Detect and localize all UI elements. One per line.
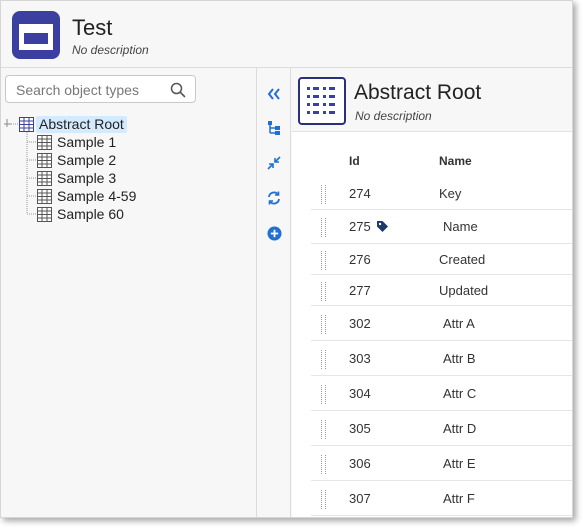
tree-item-sample-3[interactable]: Sample 3 <box>37 169 119 187</box>
shrink-button[interactable] <box>265 154 283 172</box>
grid-icon <box>37 170 52 186</box>
column-header-id[interactable]: Id <box>349 154 360 168</box>
cell-id: 307 <box>349 491 371 506</box>
search-input[interactable] <box>16 80 166 99</box>
cell-name: Attr C <box>443 386 477 401</box>
grid-icon <box>37 134 52 150</box>
cell-name: Attr D <box>443 421 477 436</box>
cell-id: 275 <box>349 219 371 234</box>
grid-icon <box>37 152 52 168</box>
table-row[interactable]: 303 Attr B <box>311 341 572 376</box>
tree-item-label: Sample 4-59 <box>57 187 137 204</box>
cell-id: 304 <box>349 386 371 401</box>
table-row[interactable]: 276 Created <box>311 244 572 275</box>
table-row[interactable]: 302 Attr A <box>311 306 572 341</box>
cell-name: Attr A <box>443 316 475 331</box>
tree-item-sample-1[interactable]: Sample 1 <box>37 133 119 151</box>
table-row[interactable]: 306 Attr E <box>311 446 572 481</box>
cell-name: Created <box>439 252 486 267</box>
table-row[interactable]: 275 Name <box>311 210 572 244</box>
object-types-panel: Abstract Root Sample 1 <box>1 68 257 517</box>
app-title: Test <box>72 15 113 40</box>
tree-item-label: Sample 2 <box>57 151 117 168</box>
cell-id: 274 <box>349 186 371 201</box>
table-row[interactable]: 274 Key <box>311 178 572 210</box>
cell-name: Updated <box>439 283 489 298</box>
cell-id: 306 <box>349 456 371 471</box>
cell-id: 303 <box>349 351 371 366</box>
shrink-icon <box>267 156 281 170</box>
drag-handle-icon[interactable] <box>320 454 328 474</box>
object-type-icon <box>298 77 346 125</box>
drag-handle-icon[interactable] <box>320 489 328 509</box>
cell-id: 302 <box>349 316 371 331</box>
table-row[interactable]: 305 Attr D <box>311 411 572 446</box>
tree-item-label: Sample 3 <box>57 169 117 186</box>
tree-item-sample-60[interactable]: Sample 60 <box>37 205 127 223</box>
app-header: Test No description <box>1 1 572 68</box>
search-icon[interactable] <box>170 82 186 98</box>
tag-icon <box>377 221 388 232</box>
table-row[interactable]: 277 Updated <box>311 275 572 306</box>
refresh-button[interactable] <box>265 189 283 207</box>
tree-item-sample-2[interactable]: Sample 2 <box>37 151 119 169</box>
add-button[interactable] <box>265 224 283 242</box>
drag-handle-icon[interactable] <box>320 217 328 237</box>
object-type-detail: Abstract Root No description Id Name 274… <box>292 68 572 517</box>
app-subtitle: No description <box>72 43 149 57</box>
cell-name: Key <box>439 186 462 201</box>
hierarchy-icon <box>268 121 280 135</box>
tree-item-label: Sample 1 <box>57 133 117 150</box>
drag-handle-icon[interactable] <box>320 419 328 439</box>
hierarchy-button[interactable] <box>265 119 283 137</box>
table-row[interactable]: 307 Attr F <box>311 481 572 516</box>
grid-icon <box>37 206 52 222</box>
app-window: Test No description Search object types … <box>0 0 573 518</box>
cell-name: Attr E <box>443 456 476 471</box>
detail-subtitle: No description <box>355 109 432 123</box>
cell-id: 277 <box>349 283 371 298</box>
cell-name: Attr F <box>443 491 475 506</box>
detail-header: Abstract Root No description <box>292 68 572 132</box>
cell-id: 276 <box>349 252 371 267</box>
drag-handle-icon[interactable] <box>320 384 328 404</box>
tree-item-label: Sample 60 <box>57 205 124 222</box>
drag-handle-icon[interactable] <box>320 184 328 204</box>
drag-handle-icon[interactable] <box>320 314 328 334</box>
collapse-panel-icon <box>267 88 280 100</box>
tree-toolbar <box>258 68 291 517</box>
tree-item-abstract-root[interactable]: Abstract Root <box>19 115 127 133</box>
drag-handle-icon[interactable] <box>320 250 328 270</box>
search-box <box>5 75 196 103</box>
add-icon <box>267 226 281 240</box>
table-row[interactable]: 304 Attr C <box>311 376 572 411</box>
collapse-panel-button[interactable] <box>265 85 283 103</box>
drag-handle-icon[interactable] <box>320 349 328 369</box>
tree-item-sample-4-59[interactable]: Sample 4-59 <box>37 187 139 205</box>
cell-name: Attr B <box>443 351 476 366</box>
cell-id: 305 <box>349 421 371 436</box>
grid-icon <box>19 116 34 132</box>
tree-item-label: Abstract Root <box>36 115 127 133</box>
drag-handle-icon[interactable] <box>320 281 328 301</box>
grid-icon <box>37 188 52 204</box>
column-header-name[interactable]: Name <box>439 154 472 168</box>
app-logo-icon <box>12 11 60 59</box>
refresh-icon <box>268 191 280 205</box>
detail-title: Abstract Root <box>354 81 482 104</box>
cell-name: Name <box>443 219 478 234</box>
